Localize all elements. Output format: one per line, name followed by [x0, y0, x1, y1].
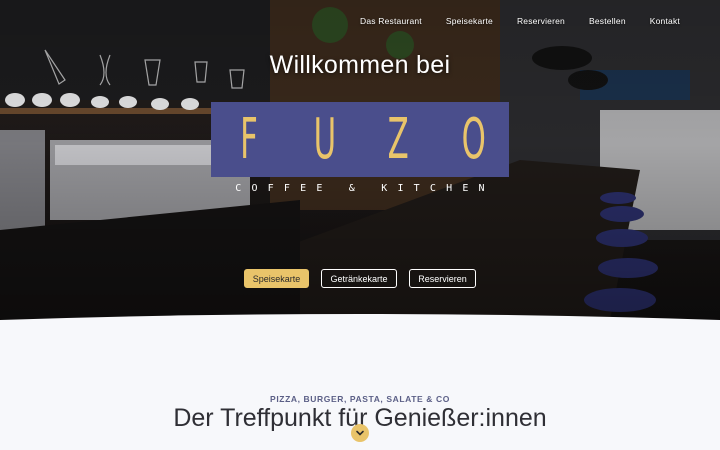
getraenkekarte-button[interactable]: Getränkekarte — [321, 269, 397, 288]
fuzo-logo[interactable]: F U Z O — [211, 102, 509, 177]
wave-divider — [0, 314, 720, 330]
reservieren-button[interactable]: Reservieren — [409, 269, 476, 288]
speisekarte-button[interactable]: Speisekarte — [244, 269, 309, 288]
welcome-heading: Willkommen bei — [269, 51, 451, 79]
main-nav: Das Restaurant Speisekarte Reservieren B… — [360, 16, 680, 26]
nav-item-kontakt[interactable]: Kontakt — [650, 16, 680, 26]
logo-letter-f: F — [240, 106, 258, 172]
hero-section: Das Restaurant Speisekarte Reservieren B… — [0, 0, 720, 320]
logo-letter-z: Z — [387, 106, 409, 172]
nav-item-bestellen[interactable]: Bestellen — [589, 16, 626, 26]
nav-item-speisekarte[interactable]: Speisekarte — [446, 16, 493, 26]
nav-item-das-restaurant[interactable]: Das Restaurant — [360, 16, 422, 26]
hero-buttons: Speisekarte Getränkekarte Reservieren — [0, 269, 720, 288]
logo-letter-u: U — [313, 106, 337, 172]
logo-letter-o: O — [461, 106, 486, 172]
logo-subtitle: COFFEE & KITCHEN — [235, 183, 495, 194]
section-kicker: PIZZA, BURGER, PASTA, SALATE & CO — [270, 394, 450, 404]
scroll-down-button[interactable] — [351, 424, 369, 442]
chevron-down-icon — [356, 430, 364, 436]
nav-item-reservieren[interactable]: Reservieren — [517, 16, 565, 26]
